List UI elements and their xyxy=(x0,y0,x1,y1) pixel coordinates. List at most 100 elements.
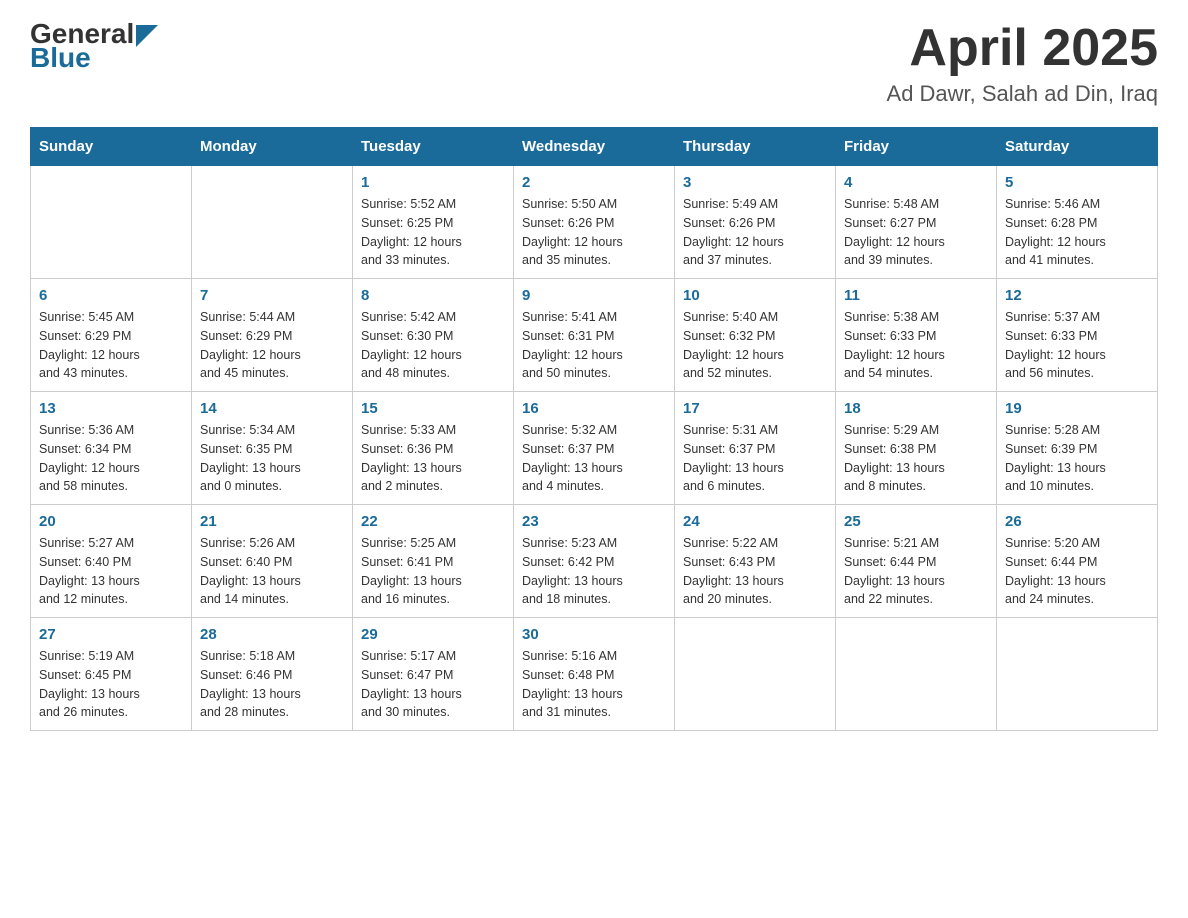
day-info: Sunrise: 5:34 AM Sunset: 6:35 PM Dayligh… xyxy=(200,421,344,496)
day-number: 26 xyxy=(1005,513,1149,530)
calendar-title: April 2025 xyxy=(887,20,1158,77)
day-number: 9 xyxy=(522,287,666,304)
day-info: Sunrise: 5:29 AM Sunset: 6:38 PM Dayligh… xyxy=(844,421,988,496)
day-info: Sunrise: 5:38 AM Sunset: 6:33 PM Dayligh… xyxy=(844,308,988,383)
header-cell-wednesday: Wednesday xyxy=(514,128,675,166)
day-info: Sunrise: 5:37 AM Sunset: 6:33 PM Dayligh… xyxy=(1005,308,1149,383)
day-info: Sunrise: 5:32 AM Sunset: 6:37 PM Dayligh… xyxy=(522,421,666,496)
day-info: Sunrise: 5:45 AM Sunset: 6:29 PM Dayligh… xyxy=(39,308,183,383)
header-cell-tuesday: Tuesday xyxy=(353,128,514,166)
day-cell: 20Sunrise: 5:27 AM Sunset: 6:40 PM Dayli… xyxy=(31,505,192,618)
day-cell: 30 Sunrise: 5:16 AM Sunset: 6:48 PM Dayli… xyxy=(514,618,675,731)
day-info: Sunrise: 5:22 AM Sunset: 6:43 PM Dayligh… xyxy=(683,534,827,609)
day-cell: 21 Sunrise: 5:26 AM Sunset: 6:40 PM Dayli… xyxy=(192,505,353,618)
day-number: 27 xyxy=(39,626,183,643)
day-cell xyxy=(31,166,192,279)
day-number: 11 xyxy=(844,287,988,304)
day-info: Sunrise: 5:26 AM Sunset: 6:40 PM Dayligh… xyxy=(200,534,344,609)
day-number: 4 xyxy=(844,174,988,191)
day-number: 5 xyxy=(1005,174,1149,191)
day-number: 25 xyxy=(844,513,988,530)
logo-arrow-icon xyxy=(136,25,158,47)
day-cell: 23 Sunrise: 5:23 AM Sunset: 6:42 PM Dayli… xyxy=(514,505,675,618)
day-info: Sunrise: 5:27 AM Sunset: 6:40 PM Dayligh… xyxy=(39,534,183,609)
calendar-subtitle: Ad Dawr, Salah ad Din, Iraq xyxy=(887,81,1158,107)
day-info: Sunrise: 5:19 AM Sunset: 6:45 PM Dayligh… xyxy=(39,647,183,722)
day-cell: 28 Sunrise: 5:18 AM Sunset: 6:46 PM Dayli… xyxy=(192,618,353,731)
day-info: Sunrise: 5:33 AM Sunset: 6:36 PM Dayligh… xyxy=(361,421,505,496)
day-cell: 15 Sunrise: 5:33 AM Sunset: 6:36 PM Dayli… xyxy=(353,392,514,505)
day-cell: 24 Sunrise: 5:22 AM Sunset: 6:43 PM Dayli… xyxy=(675,505,836,618)
day-info: Sunrise: 5:52 AM Sunset: 6:25 PM Dayligh… xyxy=(361,195,505,270)
day-info: Sunrise: 5:17 AM Sunset: 6:47 PM Dayligh… xyxy=(361,647,505,722)
header-cell-friday: Friday xyxy=(836,128,997,166)
day-cell: 19 Sunrise: 5:28 AM Sunset: 6:39 PM Dayli… xyxy=(997,392,1158,505)
day-number: 30 xyxy=(522,626,666,643)
day-number: 3 xyxy=(683,174,827,191)
day-cell xyxy=(192,166,353,279)
day-info: Sunrise: 5:46 AM Sunset: 6:28 PM Dayligh… xyxy=(1005,195,1149,270)
day-cell: 22 Sunrise: 5:25 AM Sunset: 6:41 PM Dayli… xyxy=(353,505,514,618)
day-cell: 6 Sunrise: 5:45 AM Sunset: 6:29 PM Daylig… xyxy=(31,279,192,392)
logo: General Blue xyxy=(30,20,158,72)
week-row-1: 1Sunrise: 5:52 AM Sunset: 6:25 PM Daylig… xyxy=(31,166,1158,279)
day-number: 2 xyxy=(522,174,666,191)
day-info: Sunrise: 5:25 AM Sunset: 6:41 PM Dayligh… xyxy=(361,534,505,609)
day-info: Sunrise: 5:18 AM Sunset: 6:46 PM Dayligh… xyxy=(200,647,344,722)
day-number: 21 xyxy=(200,513,344,530)
day-number: 28 xyxy=(200,626,344,643)
calendar-header: SundayMondayTuesdayWednesdayThursdayFrid… xyxy=(31,128,1158,166)
header-cell-sunday: Sunday xyxy=(31,128,192,166)
header-cell-saturday: Saturday xyxy=(997,128,1158,166)
day-info: Sunrise: 5:23 AM Sunset: 6:42 PM Dayligh… xyxy=(522,534,666,609)
day-info: Sunrise: 5:48 AM Sunset: 6:27 PM Dayligh… xyxy=(844,195,988,270)
day-number: 18 xyxy=(844,400,988,417)
day-info: Sunrise: 5:21 AM Sunset: 6:44 PM Dayligh… xyxy=(844,534,988,609)
day-cell: 2 Sunrise: 5:50 AM Sunset: 6:26 PM Daylig… xyxy=(514,166,675,279)
day-info: Sunrise: 5:44 AM Sunset: 6:29 PM Dayligh… xyxy=(200,308,344,383)
day-info: Sunrise: 5:49 AM Sunset: 6:26 PM Dayligh… xyxy=(683,195,827,270)
week-row-4: 20Sunrise: 5:27 AM Sunset: 6:40 PM Dayli… xyxy=(31,505,1158,618)
day-cell xyxy=(997,618,1158,731)
day-number: 13 xyxy=(39,400,183,417)
day-cell: 27 Sunrise: 5:19 AM Sunset: 6:45 PM Dayli… xyxy=(31,618,192,731)
day-info: Sunrise: 5:36 AM Sunset: 6:34 PM Dayligh… xyxy=(39,421,183,496)
day-number: 14 xyxy=(200,400,344,417)
day-number: 7 xyxy=(200,287,344,304)
day-number: 22 xyxy=(361,513,505,530)
day-cell: 13 Sunrise: 5:36 AM Sunset: 6:34 PM Dayli… xyxy=(31,392,192,505)
day-cell: 5 Sunrise: 5:46 AM Sunset: 6:28 PM Daylig… xyxy=(997,166,1158,279)
day-number: 15 xyxy=(361,400,505,417)
day-info: Sunrise: 5:50 AM Sunset: 6:26 PM Dayligh… xyxy=(522,195,666,270)
day-cell: 12 Sunrise: 5:37 AM Sunset: 6:33 PM Dayli… xyxy=(997,279,1158,392)
logo-blue-text: Blue xyxy=(30,44,91,72)
day-number: 17 xyxy=(683,400,827,417)
day-info: Sunrise: 5:20 AM Sunset: 6:44 PM Dayligh… xyxy=(1005,534,1149,609)
day-cell: 9 Sunrise: 5:41 AM Sunset: 6:31 PM Daylig… xyxy=(514,279,675,392)
calendar-body: 1Sunrise: 5:52 AM Sunset: 6:25 PM Daylig… xyxy=(31,166,1158,731)
day-number: 23 xyxy=(522,513,666,530)
day-info: Sunrise: 5:28 AM Sunset: 6:39 PM Dayligh… xyxy=(1005,421,1149,496)
day-cell: 11 Sunrise: 5:38 AM Sunset: 6:33 PM Dayli… xyxy=(836,279,997,392)
day-info: Sunrise: 5:41 AM Sunset: 6:31 PM Dayligh… xyxy=(522,308,666,383)
day-cell: 26 Sunrise: 5:20 AM Sunset: 6:44 PM Dayli… xyxy=(997,505,1158,618)
page-header: General Blue April 2025 Ad Dawr, Salah a… xyxy=(30,20,1158,107)
day-cell: 8Sunrise: 5:42 AM Sunset: 6:30 PM Daylig… xyxy=(353,279,514,392)
day-number: 6 xyxy=(39,287,183,304)
day-cell: 4 Sunrise: 5:48 AM Sunset: 6:27 PM Daylig… xyxy=(836,166,997,279)
day-info: Sunrise: 5:42 AM Sunset: 6:30 PM Dayligh… xyxy=(361,308,505,383)
header-cell-thursday: Thursday xyxy=(675,128,836,166)
header-row: SundayMondayTuesdayWednesdayThursdayFrid… xyxy=(31,128,1158,166)
day-number: 29 xyxy=(361,626,505,643)
day-cell xyxy=(836,618,997,731)
week-row-3: 13 Sunrise: 5:36 AM Sunset: 6:34 PM Dayli… xyxy=(31,392,1158,505)
day-number: 16 xyxy=(522,400,666,417)
calendar-table: SundayMondayTuesdayWednesdayThursdayFrid… xyxy=(30,127,1158,731)
day-cell xyxy=(675,618,836,731)
day-info: Sunrise: 5:16 AM Sunset: 6:48 PM Dayligh… xyxy=(522,647,666,722)
day-number: 12 xyxy=(1005,287,1149,304)
week-row-2: 6 Sunrise: 5:45 AM Sunset: 6:29 PM Daylig… xyxy=(31,279,1158,392)
day-number: 24 xyxy=(683,513,827,530)
day-number: 19 xyxy=(1005,400,1149,417)
day-cell: 14 Sunrise: 5:34 AM Sunset: 6:35 PM Dayli… xyxy=(192,392,353,505)
